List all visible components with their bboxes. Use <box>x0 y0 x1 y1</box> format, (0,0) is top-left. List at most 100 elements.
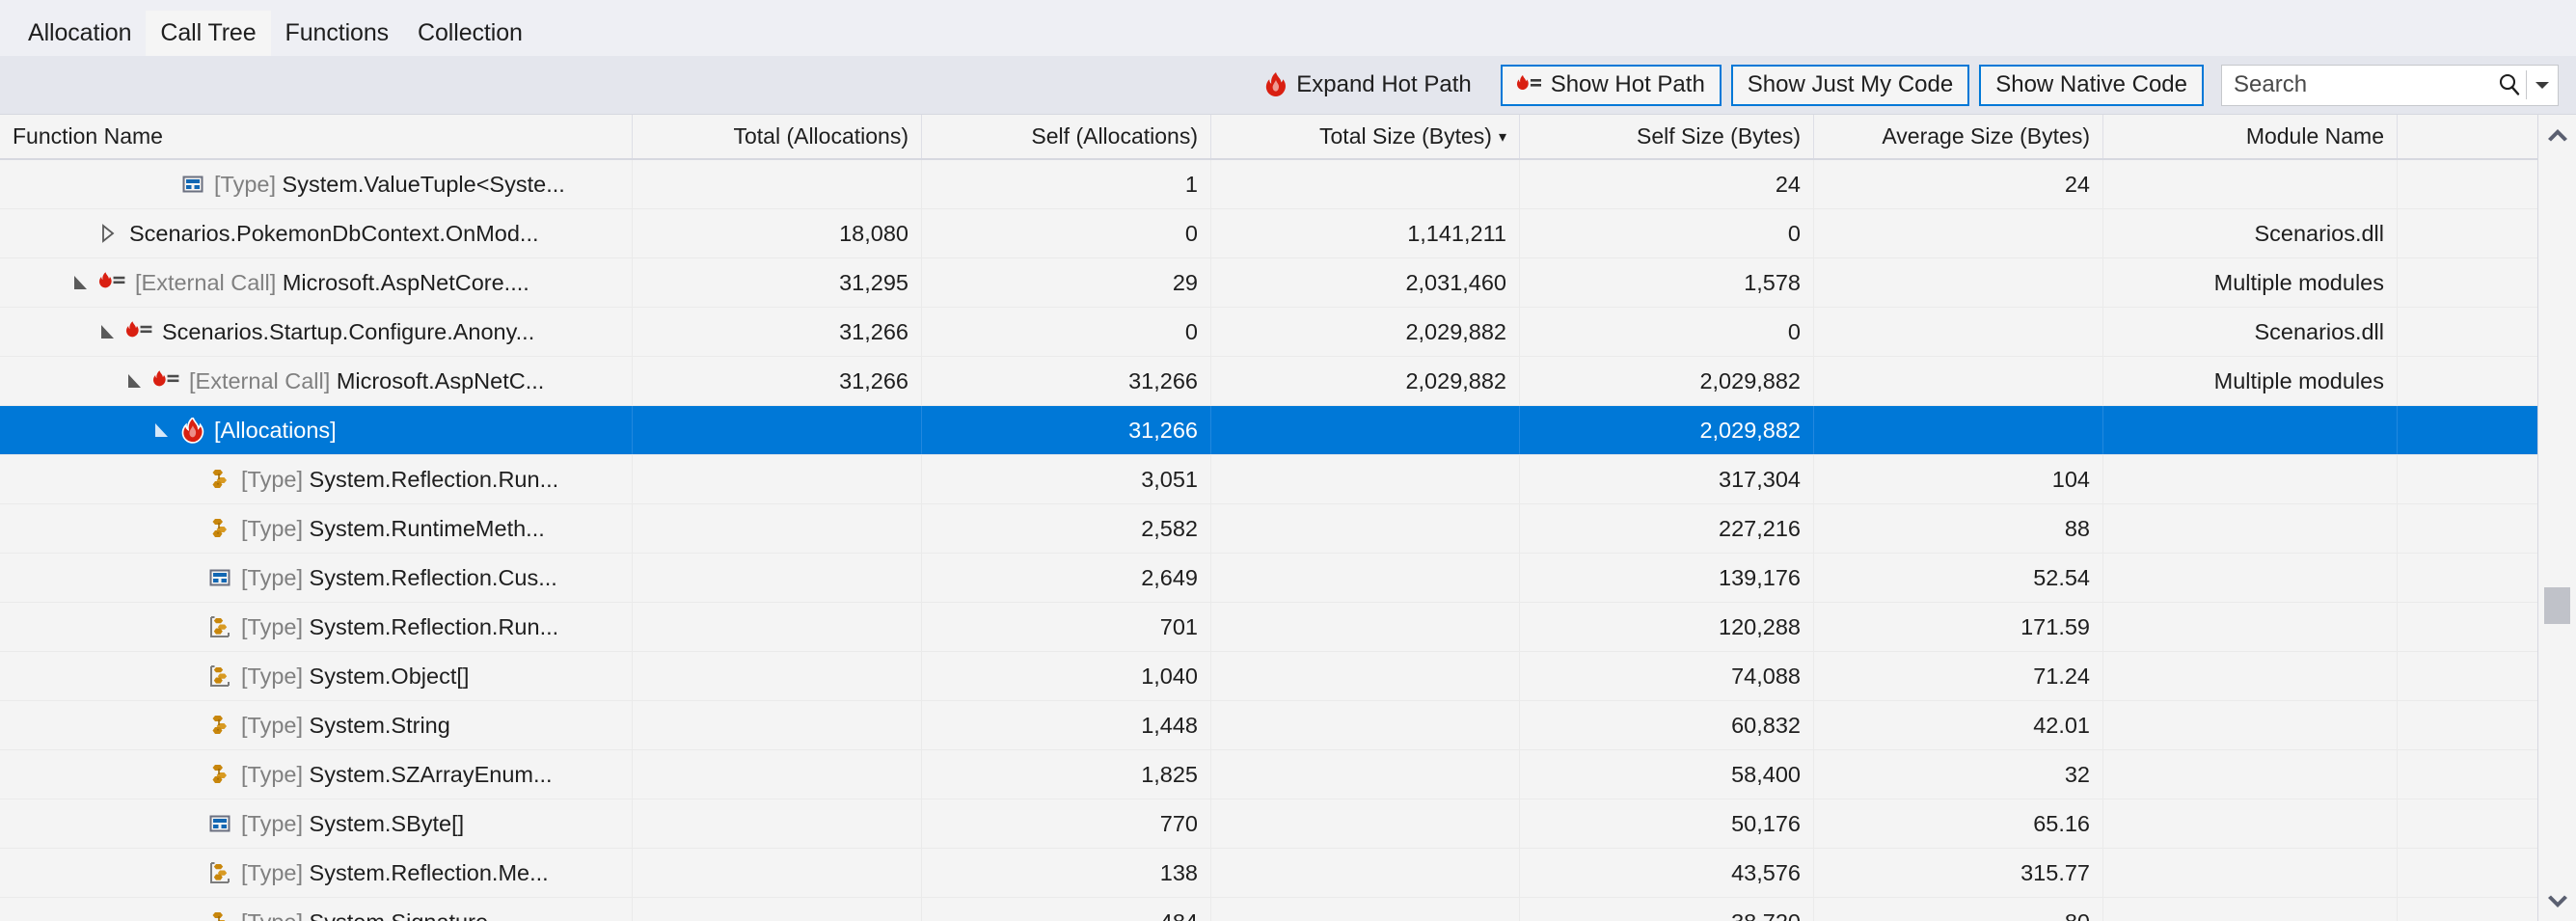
search-box[interactable] <box>2221 64 2559 106</box>
function-name-prefix: [Type] <box>241 761 304 787</box>
table-row[interactable]: [Type] System.Reflection.Me... 138 43,576 3… <box>0 849 2537 898</box>
expand-hot-path-command[interactable]: Expand Hot Path <box>1251 65 1484 105</box>
column-header-total-allocations[interactable]: Total (Allocations) <box>633 115 922 158</box>
cell-total-size <box>1211 406 1520 454</box>
table-row[interactable]: [Type] System.SZArrayEnum... 1,825 58,400 3… <box>0 750 2537 799</box>
cell-avg-size: 42.01 <box>1814 701 2103 749</box>
table-row[interactable]: Scenarios.PokemonDbContext.OnMod... 18,08… <box>0 209 2537 258</box>
table-row[interactable]: [Type] System.ValueTuple<Syste... 1 24 24 <box>0 160 2537 209</box>
cell-self-alloc: 1,825 <box>922 750 1211 799</box>
table-row[interactable]: [Type] System.Reflection.Run... 3,051 317,… <box>0 455 2537 504</box>
tree-expander-expanded[interactable] <box>148 420 175 441</box>
cell-self-alloc: 770 <box>922 799 1211 848</box>
class-icon <box>207 467 232 492</box>
table-row[interactable]: [Type] System.String 1,448 60,832 42.01 <box>0 701 2537 750</box>
table-row[interactable]: [External Call] Microsoft.AspNetC... 31,2… <box>0 357 2537 406</box>
cell-module <box>2103 406 2398 454</box>
cell-total-size: 2,029,882 <box>1211 357 1520 405</box>
function-name-text: Microsoft.AspNetCore.... <box>282 269 529 295</box>
cell-avg-size <box>1814 357 2103 405</box>
tab-collection[interactable]: Collection <box>403 11 537 56</box>
table-row[interactable]: [Type] System.Reflection.Run... 701 120,28… <box>0 603 2537 652</box>
cell-module <box>2103 701 2398 749</box>
function-name-prefix: [Type] <box>241 712 304 738</box>
cell-self-size: 227,216 <box>1520 504 1814 553</box>
column-header-label: Self Size (Bytes) <box>1637 123 1801 149</box>
cell-self-size: 1,578 <box>1520 258 1814 307</box>
tab-functions[interactable]: Functions <box>271 11 404 56</box>
function-name-text: System.Object[] <box>309 663 470 689</box>
table-row[interactable]: [Type] System.Object[] 1,040 74,088 71.24 <box>0 652 2537 701</box>
scroll-down-button[interactable] <box>2538 883 2576 921</box>
vertical-scrollbar[interactable] <box>2537 115 2576 921</box>
function-name-text: Microsoft.AspNetC... <box>336 367 545 393</box>
table-row[interactable]: [External Call] Microsoft.AspNetCore....… <box>0 258 2537 308</box>
expand-hot-path-label: Expand Hot Path <box>1296 71 1472 97</box>
table-row[interactable]: [Type] System.Reflection.Cus... 2,649 139,… <box>0 554 2537 603</box>
column-header-module-name[interactable]: Module Name <box>2103 115 2398 158</box>
cell-total-alloc <box>633 455 922 503</box>
show-just-my-code-button[interactable]: Show Just My Code <box>1730 64 1970 106</box>
cell-function-name: [Type] System.Reflection.Run... <box>0 455 633 503</box>
cell-self-alloc: 29 <box>922 258 1211 307</box>
table-row[interactable]: [Type] System.RuntimeMeth... 2,582 227,216… <box>0 504 2537 554</box>
search-icon[interactable] <box>2493 72 2526 97</box>
cell-function-name: Scenarios.PokemonDbContext.OnMod... <box>0 209 633 257</box>
cell-module <box>2103 898 2398 921</box>
table-row[interactable]: [Type] System.SByte[] 770 50,176 65.16 <box>0 799 2537 849</box>
function-name-label: [Type] System.Reflection.Run... <box>241 614 558 640</box>
table-row[interactable]: [Allocations] 31,266 2,029,882 <box>0 406 2537 455</box>
cell-avg-size: 80 <box>1814 898 2103 921</box>
column-header-self-allocations[interactable]: Self (Allocations) <box>922 115 1211 158</box>
show-hot-path-button[interactable]: Show Hot Path <box>1500 64 1722 106</box>
scroll-up-button[interactable] <box>2538 115 2576 152</box>
cell-avg-size: 52.54 <box>1814 554 2103 602</box>
column-header-label: Total (Allocations) <box>733 123 908 149</box>
cell-avg-size <box>1814 258 2103 307</box>
cell-avg-size: 24 <box>1814 160 2103 208</box>
cell-avg-size <box>1814 406 2103 454</box>
function-name-label: [Type] System.RuntimeMeth... <box>241 516 545 542</box>
function-name-prefix: [External Call] <box>135 269 277 295</box>
cell-function-name: [Type] System.String <box>0 701 633 749</box>
scrollbar-thumb[interactable] <box>2544 586 2570 624</box>
column-header-self-size-bytes[interactable]: Self Size (Bytes) <box>1520 115 1814 158</box>
call-tree-toolbar: Expand Hot Path Show Hot Path Show Just … <box>0 56 2576 114</box>
cell-self-size: 24 <box>1520 160 1814 208</box>
hotpath-call-icon <box>99 271 126 294</box>
cell-total-alloc <box>633 160 922 208</box>
show-native-code-button[interactable]: Show Native Code <box>1979 64 2204 106</box>
cell-self-size: 317,304 <box>1520 455 1814 503</box>
tree-expander-expanded[interactable] <box>121 370 148 392</box>
tree-expander-collapsed[interactable] <box>94 223 121 244</box>
tab-allocation[interactable]: Allocation <box>14 11 146 56</box>
cell-self-size: 120,288 <box>1520 603 1814 651</box>
class-icon <box>207 516 232 541</box>
column-header-average-size-bytes[interactable]: Average Size (Bytes) <box>1814 115 2103 158</box>
table-row[interactable]: [Type] System.Signature 484 38,72080 <box>0 898 2537 921</box>
search-input[interactable] <box>2222 71 2493 98</box>
cell-self-alloc: 1 <box>922 160 1211 208</box>
cell-total-alloc: 31,295 <box>633 258 922 307</box>
cell-function-name: [Type] System.Reflection.Run... <box>0 603 633 651</box>
cell-avg-size: 171.59 <box>1814 603 2103 651</box>
struct-icon <box>207 811 232 836</box>
call-tree-rows: [Type] System.ValueTuple<Syste... 1 24 24 Sc… <box>0 160 2537 921</box>
table-row[interactable]: Scenarios.Startup.Configure.Anony... 31,2… <box>0 308 2537 357</box>
scrollbar-track[interactable] <box>2538 152 2576 883</box>
cell-function-name: [Type] System.SByte[] <box>0 799 633 848</box>
cell-total-size <box>1211 701 1520 749</box>
tree-expander-expanded[interactable] <box>94 321 121 342</box>
function-name-label: [Type] System.Reflection.Run... <box>241 467 558 493</box>
cell-avg-size: 315.77 <box>1814 849 2103 897</box>
tab-call-tree[interactable]: Call Tree <box>146 11 271 56</box>
flame-icon <box>1264 72 1288 97</box>
column-header-function-name[interactable]: Function Name <box>0 115 633 158</box>
tree-expander-expanded[interactable] <box>67 272 94 293</box>
show-just-my-code-label: Show Just My Code <box>1747 71 1954 97</box>
show-native-code-label: Show Native Code <box>1995 71 2187 97</box>
column-header-total-size-bytes[interactable]: Total Size (Bytes) ▾ <box>1211 115 1520 158</box>
column-header-label: Average Size (Bytes) <box>1882 123 2090 149</box>
chevron-down-icon[interactable] <box>2527 79 2558 91</box>
cell-self-size: 139,176 <box>1520 554 1814 602</box>
